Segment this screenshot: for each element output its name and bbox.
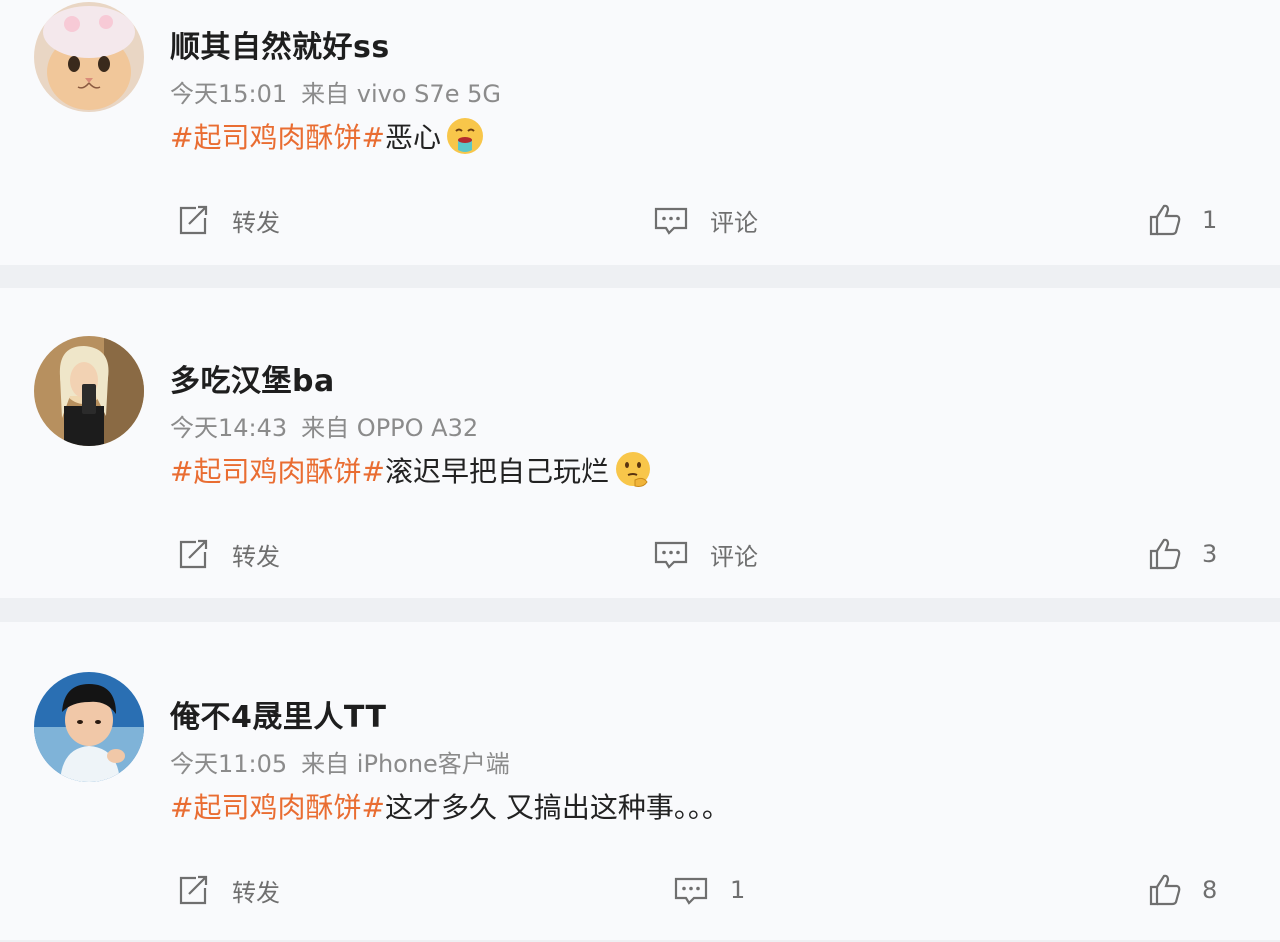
repost-icon <box>179 875 208 905</box>
thinking-face-emoji <box>613 450 653 490</box>
repost-label: 转发 <box>232 542 280 571</box>
hashtag-link[interactable]: #起司鸡肉酥饼# <box>170 116 385 156</box>
comment-icon <box>674 877 708 905</box>
post-text: 滚迟早把自己玩烂 <box>384 455 609 488</box>
post-time: 今天14:43 <box>170 414 288 442</box>
weibo-comment-feed: 顺其自然就好ss 今天15:01 来自 vivo S7e 5G #起司鸡肉酥饼# 恶… <box>0 0 1280 942</box>
avatar[interactable] <box>34 336 144 446</box>
comment-button[interactable]: 评论 <box>652 196 758 244</box>
thumbs-up-icon <box>1149 204 1181 236</box>
repost-icon <box>179 539 208 569</box>
post-time: 今天11:05 <box>170 750 288 778</box>
post-card: 俺不4晟里人TT 今天11:05 来自 iPhone客户端 #起司鸡肉酥饼# 这才多… <box>0 622 1280 940</box>
like-button[interactable]: 3 <box>1146 530 1217 578</box>
vomiting-face-emoji <box>445 116 485 156</box>
post-meta: 今天11:05 来自 iPhone客户端 <box>170 744 510 779</box>
repost-icon <box>179 205 208 235</box>
hashtag-link[interactable]: #起司鸡肉酥饼# <box>170 450 385 490</box>
like-button[interactable]: 8 <box>1146 866 1217 914</box>
hashtag-link[interactable]: #起司鸡肉酥饼# <box>170 786 385 826</box>
like-count: 1 <box>1202 206 1218 234</box>
post-actions: 转发 评论 1 <box>0 196 1280 244</box>
post-source: 来自 vivo S7e 5G <box>301 80 501 108</box>
comment-count: 1 <box>730 876 746 904</box>
comment-label: 评论 <box>710 542 758 571</box>
avatar[interactable] <box>34 672 144 782</box>
thumbs-up-icon <box>1149 538 1181 570</box>
repost-button[interactable]: 转发 <box>174 866 280 914</box>
comment-button[interactable]: 评论 <box>652 530 758 578</box>
post-source: 来自 iPhone客户端 <box>301 750 510 778</box>
repost-label: 转发 <box>232 878 280 907</box>
post-meta: 今天15:01 来自 vivo S7e 5G <box>170 74 501 109</box>
post-actions: 转发 评论 3 <box>0 530 1280 578</box>
username[interactable]: 多吃汉堡ba <box>170 356 335 400</box>
post-card: 顺其自然就好ss 今天15:01 来自 vivo S7e 5G #起司鸡肉酥饼# 恶… <box>0 0 1280 265</box>
cat-avatar-image <box>34 2 144 112</box>
repost-label: 转发 <box>232 208 280 237</box>
child-avatar-image <box>34 672 144 782</box>
post-content: #起司鸡肉酥饼# 这才多久 又搞出这种事。。。 <box>170 786 730 826</box>
post-content: #起司鸡肉酥饼# 滚迟早把自己玩烂 <box>170 450 653 490</box>
post-meta: 今天14:43 来自 OPPO A32 <box>170 408 478 443</box>
avatar[interactable] <box>34 2 144 112</box>
username[interactable]: 顺其自然就好ss <box>170 22 390 66</box>
comment-icon <box>654 207 688 235</box>
girl-selfie-avatar-image <box>34 336 144 446</box>
comment-button[interactable]: 1 <box>672 866 745 914</box>
post-content: #起司鸡肉酥饼# 恶心 <box>170 116 485 156</box>
thumbs-up-icon <box>1149 874 1181 906</box>
repost-button[interactable]: 转发 <box>174 196 280 244</box>
username[interactable]: 俺不4晟里人TT <box>170 692 387 736</box>
post-card: 多吃汉堡ba 今天14:43 来自 OPPO A32 #起司鸡肉酥饼# 滚迟早把自己… <box>0 288 1280 598</box>
comment-label: 评论 <box>710 208 758 237</box>
post-text: 恶心 <box>384 121 441 154</box>
post-time: 今天15:01 <box>170 80 288 108</box>
post-actions: 转发 1 8 <box>0 866 1280 914</box>
like-button[interactable]: 1 <box>1146 196 1217 244</box>
like-count: 8 <box>1202 876 1218 904</box>
comment-icon <box>654 541 688 569</box>
post-source: 来自 OPPO A32 <box>301 414 479 442</box>
post-text: 这才多久 又搞出这种事。。。 <box>384 791 730 824</box>
repost-button[interactable]: 转发 <box>174 530 280 578</box>
like-count: 3 <box>1202 540 1218 568</box>
